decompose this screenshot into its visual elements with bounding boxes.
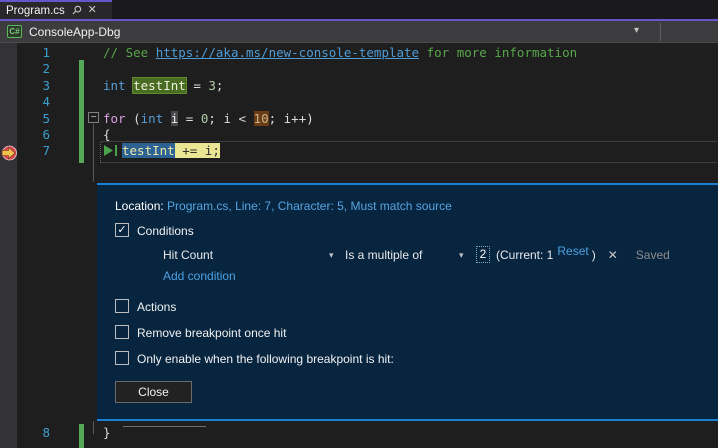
highlighted-symbol: 10: [253, 111, 269, 126]
line-number: 6: [42, 127, 50, 142]
only-enable-checkbox[interactable]: [115, 351, 129, 365]
selected-text: testInt: [122, 143, 175, 158]
breakpoint-margin[interactable]: [0, 43, 17, 448]
change-tracking-bar: [79, 424, 84, 448]
hit-count-dropdown[interactable]: Hit Count: [163, 248, 213, 262]
add-condition-link[interactable]: Add condition: [163, 269, 236, 283]
chevron-down-icon[interactable]: ▾: [329, 250, 334, 261]
line-number: 7: [42, 143, 50, 158]
code-link[interactable]: https://aka.ms/new-console-template: [156, 45, 419, 60]
highlighted-symbol: testInt: [133, 78, 186, 93]
breakpoint-settings-panel: Location: Program.cs, Line: 7, Character…: [97, 183, 718, 421]
code-line-8: }: [103, 425, 111, 440]
code-line-1: // See https://aka.ms/new-console-templa…: [103, 44, 577, 61]
close-tab-icon[interactable]: ✕: [88, 5, 97, 16]
code-token: // See: [103, 45, 156, 60]
navigation-bar: C# ConsoleApp-Dbg ▾: [0, 21, 718, 43]
conditions-label: Conditions: [137, 224, 194, 238]
line-number: 2: [42, 61, 50, 76]
hit-count-value-field[interactable]: 2: [476, 246, 490, 263]
line-number: 4: [42, 94, 50, 109]
location-value: Program.cs, Line: 7, Character: 5, Must …: [167, 199, 452, 213]
saved-status: Saved: [635, 247, 670, 262]
location-label: Location:: [115, 199, 164, 213]
current-statement-text: += i;: [174, 143, 220, 158]
code-line-6: {: [103, 127, 111, 142]
remove-breakpoint-checkbox[interactable]: [115, 325, 129, 339]
reset-link[interactable]: Reset: [557, 244, 588, 258]
csharp-project-icon: C#: [7, 25, 22, 38]
current-hit-count: (Current: 1: [496, 247, 554, 262]
pin-icon[interactable]: ⚲: [68, 2, 84, 18]
run-to-click-icon[interactable]: [104, 145, 118, 156]
tab-title: Program.cs: [6, 4, 65, 17]
tab-strip: Program.cs ⚲ ✕: [0, 0, 718, 21]
code-line-5: for (int i = 0; i < 10; i++): [103, 111, 314, 126]
project-selector[interactable]: ConsoleApp-Dbg: [29, 25, 120, 39]
chevron-down-icon[interactable]: ▾: [634, 25, 639, 36]
remove-condition-icon[interactable]: ✕: [608, 248, 618, 262]
conditions-checkbox[interactable]: ✓: [115, 223, 129, 237]
code-line-3: int testInt = 3;: [103, 78, 224, 93]
tab-program-cs[interactable]: Program.cs ⚲ ✕: [0, 0, 112, 19]
outline-guide-line: [93, 124, 94, 182]
line-number: 3: [42, 78, 50, 93]
outline-guide-line: [93, 421, 94, 434]
actions-checkbox[interactable]: [115, 299, 129, 313]
only-enable-label: Only enable when the following breakpoin…: [137, 352, 394, 366]
navbar-divider: [660, 23, 661, 41]
line-number: 5: [42, 111, 50, 126]
actions-label: Actions: [137, 300, 177, 314]
code-token: int: [103, 78, 126, 93]
breakpoint-current-line-icon[interactable]: [1, 145, 17, 161]
operator-dropdown[interactable]: Is a multiple of: [345, 248, 422, 262]
chevron-down-icon[interactable]: ▾: [459, 250, 464, 261]
remove-breakpoint-label: Remove breakpoint once hit: [137, 326, 287, 340]
line-number: 8: [42, 425, 50, 440]
change-tracking-bar: [79, 60, 84, 163]
indent-guide: [100, 142, 101, 163]
close-paren: ): [591, 247, 596, 262]
code-token: 3: [208, 78, 216, 93]
breakpoint-location: Location: Program.cs, Line: 7, Character…: [115, 199, 452, 213]
close-button[interactable]: Close: [115, 381, 192, 403]
line-number: 1: [42, 45, 50, 60]
vs-editor-window: Program.cs ⚲ ✕ C# ConsoleApp-Dbg ▾ 1 2 3…: [0, 0, 718, 448]
code-token: for: [103, 111, 126, 126]
code-token: for more information: [419, 45, 578, 60]
code-line-7: testInt += i;: [122, 142, 220, 159]
panel-resize-grip[interactable]: [123, 426, 206, 427]
collapse-region-icon[interactable]: −: [88, 112, 99, 123]
